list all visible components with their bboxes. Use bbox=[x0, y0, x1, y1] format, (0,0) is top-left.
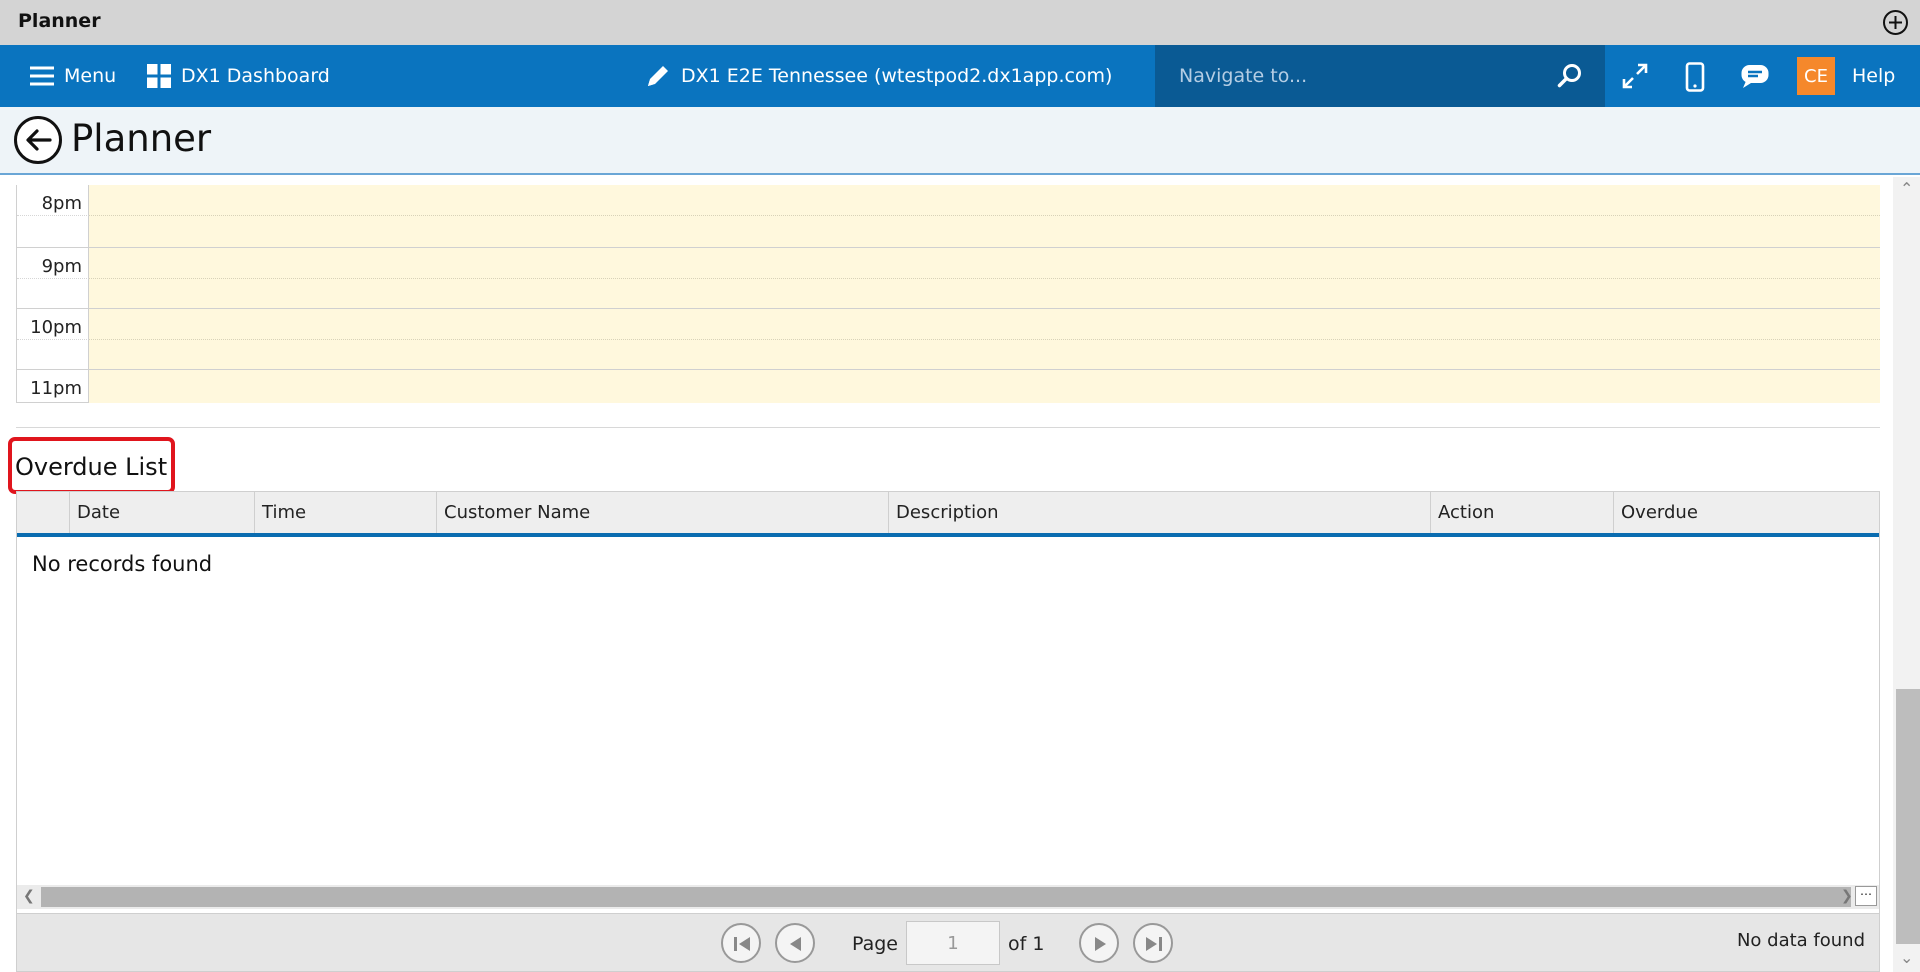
site-label: DX1 E2E Tennessee (wtestpod2.dx1app.com) bbox=[681, 65, 1113, 87]
scrollbar-thumb[interactable] bbox=[41, 887, 1851, 907]
column-header-description[interactable]: Description bbox=[888, 492, 1430, 533]
half-hour-divider bbox=[89, 215, 1880, 216]
navigate-search bbox=[1155, 45, 1605, 107]
calendar-hour-row: 9pm bbox=[17, 248, 1880, 309]
edit-pencil-icon bbox=[648, 66, 668, 86]
first-page-button[interactable] bbox=[721, 923, 761, 963]
page-label: Page bbox=[852, 933, 898, 955]
grid-header: Date Time Customer Name Description Acti… bbox=[17, 492, 1879, 537]
scroll-up-arrow-icon[interactable]: ⌃ bbox=[1900, 179, 1913, 198]
page-count-label: of 1 bbox=[1008, 933, 1045, 955]
dashboard-label: DX1 Dashboard bbox=[181, 65, 330, 87]
back-arrow-icon bbox=[26, 129, 52, 151]
calendar-time-slot[interactable] bbox=[89, 185, 1880, 247]
window-title: Planner bbox=[18, 10, 101, 32]
calendar-hour-row: 8pm bbox=[17, 185, 1880, 248]
navigate-input[interactable] bbox=[1179, 60, 1539, 92]
hour-label: 8pm bbox=[17, 185, 89, 247]
hour-gutter-divider bbox=[17, 278, 89, 279]
add-icon[interactable] bbox=[1883, 10, 1908, 35]
scroll-left-arrow-icon[interactable]: ❮ bbox=[23, 888, 35, 904]
next-page-icon bbox=[1095, 937, 1106, 951]
site-selector[interactable]: DX1 E2E Tennessee (wtestpod2.dx1app.com) bbox=[645, 45, 1112, 107]
previous-page-button[interactable] bbox=[775, 923, 815, 963]
hamburger-icon bbox=[30, 66, 54, 86]
overdue-grid: Date Time Customer Name Description Acti… bbox=[16, 491, 1880, 972]
menu-button[interactable]: Menu bbox=[30, 45, 116, 107]
chat-message-icon[interactable] bbox=[1740, 62, 1770, 90]
scroll-right-arrow-icon[interactable]: ❯ bbox=[1841, 888, 1853, 904]
menu-label: Menu bbox=[64, 65, 117, 87]
column-header-action[interactable]: Action bbox=[1430, 492, 1613, 533]
calendar-hour-row: 10pm bbox=[17, 309, 1880, 370]
column-header-date[interactable]: Date bbox=[69, 492, 254, 533]
next-page-button[interactable] bbox=[1079, 923, 1119, 963]
page-number-input[interactable] bbox=[906, 921, 1000, 965]
half-hour-divider bbox=[89, 278, 1880, 279]
column-header-customer-name[interactable]: Customer Name bbox=[436, 492, 888, 533]
calendar-time-slot[interactable] bbox=[89, 309, 1880, 369]
calendar-hour-row: 11pm bbox=[17, 370, 1880, 403]
hour-gutter-divider bbox=[17, 339, 89, 340]
column-header-time[interactable]: Time bbox=[254, 492, 436, 533]
grid-pager: Page of 1 No data found bbox=[17, 913, 1879, 971]
hour-label: 11pm bbox=[17, 370, 89, 403]
first-page-icon bbox=[734, 937, 750, 951]
previous-page-icon bbox=[790, 937, 801, 951]
hour-gutter-divider bbox=[17, 215, 89, 216]
column-chooser-ellipsis-icon[interactable]: ⋯ bbox=[1855, 886, 1877, 906]
planner-calendar: 8pm 9pm 10pm 11pm bbox=[16, 185, 1880, 403]
dashboard-grid-icon bbox=[147, 64, 171, 88]
annotation-highlight-box bbox=[8, 437, 175, 494]
scroll-down-arrow-icon[interactable]: ⌄ bbox=[1900, 948, 1913, 967]
row-selector-column[interactable] bbox=[17, 492, 69, 533]
top-navbar: Menu DX1 Dashboard DX1 E2E Tennessee (wt… bbox=[0, 45, 1920, 107]
page-title: Planner bbox=[71, 117, 212, 160]
vertical-scrollbar-thumb[interactable] bbox=[1896, 689, 1920, 944]
last-page-icon bbox=[1146, 937, 1162, 951]
half-hour-divider bbox=[89, 339, 1880, 340]
fullscreen-icon[interactable] bbox=[1621, 62, 1649, 90]
search-icon[interactable] bbox=[1557, 63, 1583, 89]
calendar-time-slot[interactable] bbox=[89, 248, 1880, 308]
mobile-phone-icon[interactable] bbox=[1684, 62, 1706, 92]
calendar-time-slot[interactable] bbox=[89, 370, 1880, 403]
empty-grid-message: No records found bbox=[32, 552, 213, 576]
page-vertical-scrollbar[interactable]: ⌃ ⌄ bbox=[1893, 177, 1920, 972]
grid-horizontal-scrollbar[interactable]: ❮ ❯ ⋯ bbox=[17, 885, 1879, 909]
user-avatar[interactable]: CE bbox=[1797, 57, 1835, 95]
help-link[interactable]: Help bbox=[1852, 45, 1895, 107]
column-header-overdue[interactable]: Overdue bbox=[1613, 492, 1879, 533]
dashboard-link[interactable]: DX1 Dashboard bbox=[147, 45, 330, 107]
section-divider bbox=[16, 427, 1880, 428]
back-button[interactable] bbox=[14, 116, 62, 164]
window-titlebar: Planner bbox=[0, 0, 1920, 45]
last-page-button[interactable] bbox=[1133, 923, 1173, 963]
pager-status: No data found bbox=[1736, 930, 1865, 951]
page-header: Planner bbox=[0, 107, 1920, 175]
